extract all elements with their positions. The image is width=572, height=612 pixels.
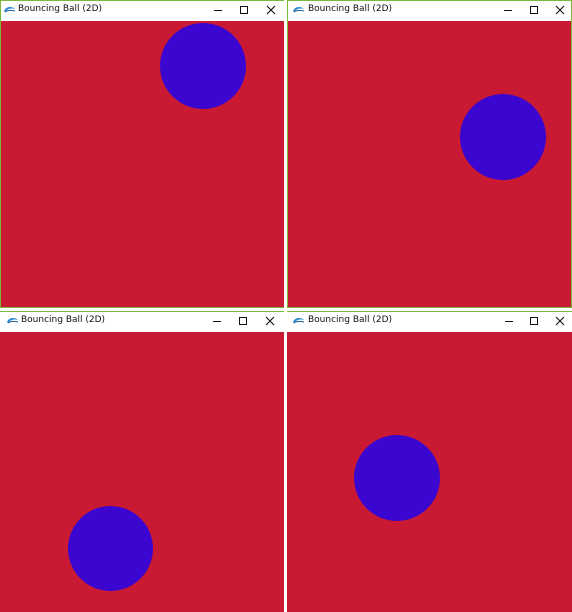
maximize-icon [240,6,248,14]
maximize-icon [530,317,538,325]
game-canvas[interactable] [287,332,572,612]
app-window-top-right[interactable]: Bouncing Ball (2D) [287,0,572,308]
minimize-button[interactable] [503,315,515,327]
close-icon [265,316,275,326]
game-canvas[interactable] [1,21,284,307]
app-logo-icon [7,317,19,324]
app-window-top-left[interactable]: Bouncing Ball (2D) [0,0,284,308]
game-canvas[interactable] [288,21,571,307]
minimize-icon [214,10,222,11]
title-bar[interactable]: Bouncing Ball (2D) [0,312,284,332]
app-window-bottom-right[interactable]: Bouncing Ball (2D) [287,311,572,612]
close-icon [266,5,276,15]
close-button[interactable] [264,315,276,327]
maximize-button[interactable] [238,4,250,16]
minimize-icon [213,321,221,322]
close-icon [555,316,565,326]
close-icon [555,5,565,15]
ball [160,23,246,109]
maximize-button[interactable] [237,315,249,327]
app-window-bottom-left[interactable]: Bouncing Ball (2D) [0,311,284,612]
minimize-button[interactable] [211,315,223,327]
app-logo-icon [293,6,305,13]
ball [460,94,546,180]
title-bar[interactable]: Bouncing Ball (2D) [1,1,284,21]
minimize-button[interactable] [212,4,224,16]
game-canvas[interactable] [0,332,284,612]
maximize-button[interactable] [528,4,540,16]
minimize-button[interactable] [502,4,514,16]
title-bar[interactable]: Bouncing Ball (2D) [287,312,572,332]
app-logo-icon [293,317,305,324]
ball [354,435,440,521]
window-title: Bouncing Ball (2D) [308,315,393,325]
minimize-icon [505,321,513,322]
window-title: Bouncing Ball (2D) [21,315,106,325]
close-button[interactable] [554,315,566,327]
ball [68,506,153,591]
close-button[interactable] [265,4,277,16]
maximize-icon [239,317,247,325]
app-logo-icon [4,6,16,13]
window-title: Bouncing Ball (2D) [18,4,103,14]
title-bar[interactable]: Bouncing Ball (2D) [288,1,571,21]
minimize-icon [504,10,512,11]
window-title: Bouncing Ball (2D) [308,4,393,14]
close-button[interactable] [554,4,566,16]
maximize-icon [530,6,538,14]
maximize-button[interactable] [528,315,540,327]
